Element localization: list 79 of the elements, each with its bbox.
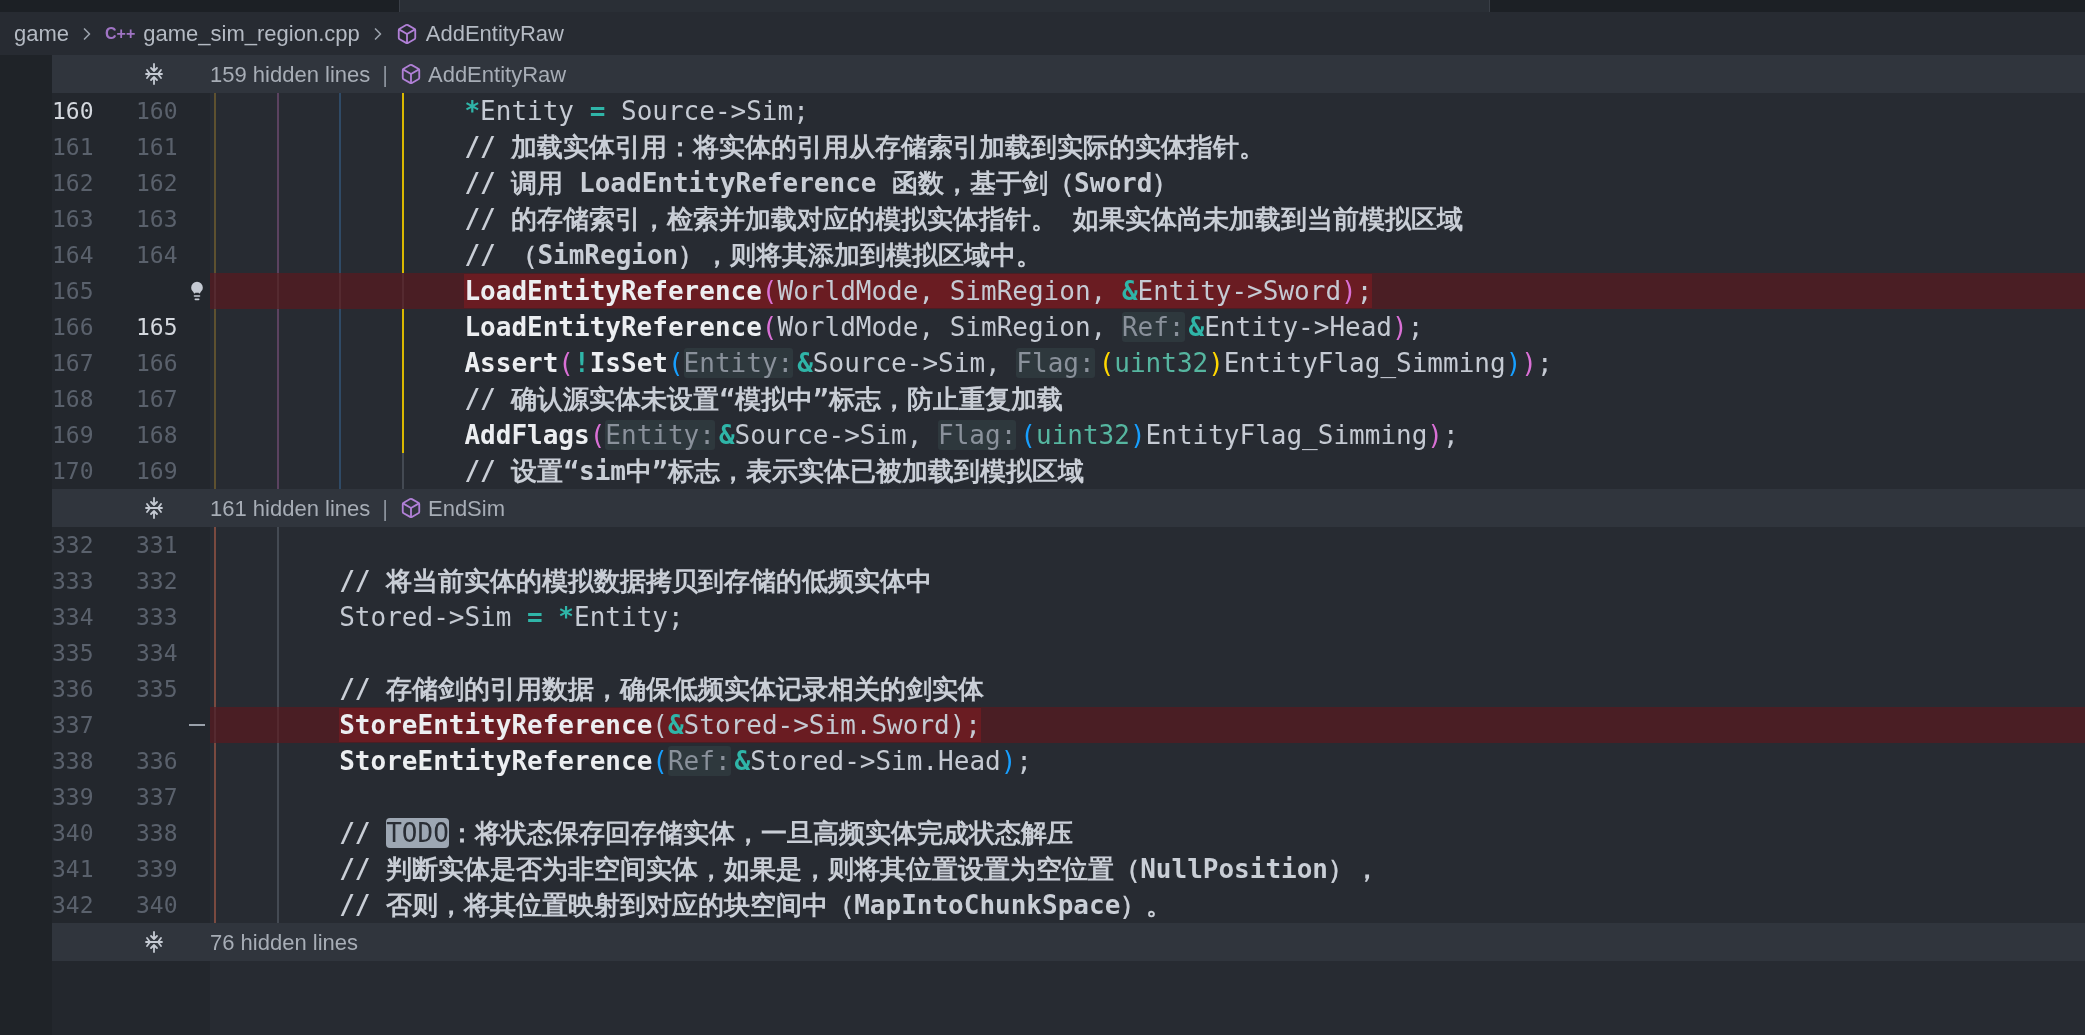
code-line: // 的存储索引，检索并加载对应的模拟实体指针。 如果实体尚未加载到当前模拟区域 <box>464 203 1464 236</box>
line-number: 336 <box>52 674 94 704</box>
code-line: AddFlags(Entity:&Source->Sim, Flag:(uint32)EntityFlag_Simming); <box>464 419 1459 452</box>
line-number: 336 <box>136 746 178 776</box>
line-number: 168 <box>136 420 178 450</box>
line-number: 338 <box>52 746 94 776</box>
code-line: // （SimRegion），则将其添加到模拟区域中。 <box>464 239 1043 272</box>
code-line: // 判断实体是否为非空间实体，如果是，则将其位置设置为空位置（NullPosition）， <box>339 853 1381 886</box>
line-number: 167 <box>136 384 178 414</box>
line-number: 333 <box>136 602 178 632</box>
line-number: 333 <box>52 566 94 596</box>
line-number: 332 <box>136 566 178 596</box>
line-number: 160 <box>52 96 94 126</box>
symbol-label[interactable]: EndSim <box>427 491 505 525</box>
unfold-icon[interactable] <box>142 930 166 954</box>
line-number: 163 <box>52 204 94 234</box>
fold-bar[interactable]: 76 hidden lines <box>52 923 2085 961</box>
line-number: 339 <box>136 854 178 884</box>
cube-icon <box>399 497 422 519</box>
symbol-label[interactable]: AddEntityRaw <box>427 57 567 91</box>
breadcrumb-item[interactable]: game_sim_region.cpp <box>143 17 360 50</box>
line-number: 166 <box>136 348 178 378</box>
code-line: // 调用 LoadEntityReference 函数，基于剑（Sword） <box>464 167 1179 200</box>
line-number: 166 <box>52 312 94 342</box>
line-number: 331 <box>136 530 178 560</box>
code-line: Stored->Sim = *Entity; <box>339 601 684 634</box>
line-number: 161 <box>52 132 94 162</box>
code-line: // 存储剑的引用数据，确保低频实体记录相关的剑实体 <box>339 673 985 706</box>
line-number: 160 <box>136 96 178 126</box>
line-number: 170 <box>52 456 94 486</box>
hidden-lines-label: 76 hidden lines <box>210 928 358 957</box>
cube-icon <box>395 22 418 45</box>
breadcrumb-item[interactable]: game <box>14 17 70 50</box>
code-line: LoadEntityReference(WorldMode, SimRegion, Ref:&Entity->Head); <box>464 311 1424 344</box>
unfold-icon[interactable] <box>142 496 166 520</box>
code-line: // 将当前实体的模拟数据拷贝到存储的低频实体中 <box>339 565 933 598</box>
line-number: 162 <box>136 168 178 198</box>
line-number: 165 <box>136 312 178 342</box>
unfold-icon[interactable] <box>142 62 166 86</box>
language-label: C++ <box>105 23 136 44</box>
code-line: Assert(!IsSet(Entity:&Source->Sim, Flag:(uint32)EntityFlag_Simming)); <box>464 347 1553 380</box>
line-number: 337 <box>136 782 178 812</box>
line-number: 341 <box>52 854 94 884</box>
code-line: // 否则，将其位置映射到对应的块空间中（MapIntoChunkSpace）。 <box>339 889 1173 922</box>
line-number: 164 <box>136 240 178 270</box>
line-number: 163 <box>136 204 178 234</box>
cube-icon <box>399 63 422 85</box>
code-line: // 加载实体引用：将实体的引用从存储索引加载到实际的实体指针。 <box>464 131 1266 164</box>
fold-bar[interactable]: 161 hidden lines | EndSim <box>52 489 2085 527</box>
line-number: 168 <box>52 384 94 414</box>
line-number: 164 <box>52 240 94 270</box>
line-number: 165 <box>52 276 94 306</box>
line-number: 339 <box>52 782 94 812</box>
line-number: 162 <box>52 168 94 198</box>
line-number: 161 <box>136 132 178 162</box>
code-line: *Entity = Source->Sim; <box>464 95 809 128</box>
separator: | <box>382 60 388 89</box>
hidden-lines-label: 161 hidden lines <box>210 494 371 523</box>
line-number: 167 <box>52 348 94 378</box>
line-number: 335 <box>52 638 94 668</box>
line-number: 340 <box>136 890 178 920</box>
line-number: 169 <box>136 456 178 486</box>
line-number: 334 <box>136 638 178 668</box>
line-number: 332 <box>52 530 94 560</box>
line-number: 334 <box>52 602 94 632</box>
line-number: 338 <box>136 818 178 848</box>
code-line: StoreEntityReference(Ref:&Stored->Sim.Head); <box>339 745 1032 778</box>
line-number: 342 <box>52 890 94 920</box>
line-number: 337 <box>52 710 94 740</box>
separator: | <box>382 494 388 523</box>
line-number: 340 <box>52 818 94 848</box>
code-line: // 设置“sim中”标志，表示实体已被加载到模拟区域 <box>464 455 1084 488</box>
line-number: 169 <box>52 420 94 450</box>
breadcrumb-item[interactable]: AddEntityRaw <box>425 17 564 50</box>
code-line: // TODO：将状态保存回存储实体，一旦高频实体完成状态解压 <box>339 817 1073 850</box>
code-line: // 确认源实体未设置“模拟中”标志，防止重复加载 <box>464 383 1063 416</box>
line-number: 335 <box>136 674 178 704</box>
hidden-lines-label: 159 hidden lines <box>210 60 371 89</box>
fold-bar[interactable]: 159 hidden lines | AddEntityRaw <box>52 55 2085 93</box>
